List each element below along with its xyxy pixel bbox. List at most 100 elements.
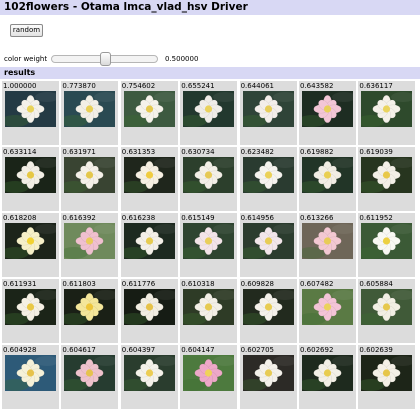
result-item[interactable]: 0.616238 xyxy=(120,213,178,277)
similarity-score: 0.616392 xyxy=(62,214,96,222)
flower-thumbnail[interactable] xyxy=(123,157,175,193)
flower-thumbnail[interactable] xyxy=(123,91,175,127)
flower-thumbnail[interactable] xyxy=(302,223,353,259)
similarity-score: 0.611776 xyxy=(121,280,156,288)
similarity-score: 0.614956 xyxy=(240,214,274,222)
result-item[interactable]: 0.636117 xyxy=(358,81,416,145)
result-item[interactable]: 0.643582 xyxy=(299,81,356,145)
similarity-score: 0.605884 xyxy=(359,280,393,288)
result-item[interactable]: 0.619882 xyxy=(299,147,356,211)
flower-thumbnail[interactable] xyxy=(302,91,353,127)
similarity-score: 0.633114 xyxy=(3,148,37,156)
similarity-score: 0.602692 xyxy=(300,346,334,354)
flower-thumbnail[interactable] xyxy=(64,355,116,391)
result-item[interactable]: 0.607482 xyxy=(299,279,356,343)
result-item[interactable]: 0.613266 xyxy=(299,213,356,277)
similarity-score: 0.602639 xyxy=(359,346,393,354)
result-item[interactable]: 0.618208 xyxy=(2,213,59,277)
result-item[interactable]: 0.602705 xyxy=(239,345,297,409)
result-item[interactable]: 0.604147 xyxy=(180,345,238,409)
result-item[interactable]: 0.754602 xyxy=(120,81,178,145)
flower-thumbnail[interactable] xyxy=(5,289,56,325)
result-item[interactable]: 1.000000 xyxy=(2,81,59,145)
result-item[interactable]: 0.611803 xyxy=(61,279,119,343)
result-item[interactable]: 0.630734 xyxy=(180,147,238,211)
flower-thumbnail[interactable] xyxy=(242,355,294,391)
flower-thumbnail[interactable] xyxy=(183,355,235,391)
color-weight-slider[interactable] xyxy=(51,52,158,66)
similarity-score: 0.619882 xyxy=(300,148,334,156)
result-item[interactable]: 0.604617 xyxy=(61,345,119,409)
result-item[interactable]: 0.623482 xyxy=(239,147,297,211)
flower-thumbnail[interactable] xyxy=(361,289,413,325)
page-title: 102flowers - Otama lmca_vlad_hsv Driver xyxy=(0,0,420,15)
flower-thumbnail[interactable] xyxy=(242,223,294,259)
flower-thumbnail[interactable] xyxy=(64,223,116,259)
result-item[interactable]: 0.602639 xyxy=(358,345,416,409)
similarity-score: 0.602705 xyxy=(240,346,274,354)
flower-thumbnail[interactable] xyxy=(361,355,413,391)
similarity-score: 0.609828 xyxy=(240,280,274,288)
similarity-score: 0.604147 xyxy=(181,346,215,354)
flower-thumbnail[interactable] xyxy=(5,157,56,193)
flower-thumbnail[interactable] xyxy=(183,157,235,193)
flower-thumbnail[interactable] xyxy=(242,157,294,193)
similarity-score: 0.631971 xyxy=(62,148,96,156)
result-item[interactable]: 0.616392 xyxy=(61,213,119,277)
random-button[interactable]: random xyxy=(10,24,43,37)
similarity-score: 1.000000 xyxy=(3,82,37,90)
flower-thumbnail[interactable] xyxy=(123,223,175,259)
result-item[interactable]: 0.602692 xyxy=(299,345,356,409)
similarity-score: 0.644061 xyxy=(240,82,274,90)
similarity-score: 0.611803 xyxy=(62,280,96,288)
similarity-score: 0.618208 xyxy=(3,214,37,222)
result-item[interactable]: 0.631971 xyxy=(61,147,119,211)
flower-thumbnail[interactable] xyxy=(242,91,294,127)
result-item[interactable]: 0.611952 xyxy=(358,213,416,277)
slider-thumb[interactable] xyxy=(99,52,111,66)
flower-thumbnail[interactable] xyxy=(64,289,116,325)
flower-thumbnail[interactable] xyxy=(302,289,353,325)
result-item[interactable]: 0.609828 xyxy=(239,279,297,343)
flower-thumbnail[interactable] xyxy=(183,289,235,325)
flower-thumbnail[interactable] xyxy=(302,157,353,193)
similarity-score: 0.773870 xyxy=(62,82,96,90)
similarity-score: 0.623482 xyxy=(240,148,274,156)
similarity-score: 0.631353 xyxy=(121,148,156,156)
result-item[interactable]: 0.644061 xyxy=(239,81,297,145)
flower-thumbnail[interactable] xyxy=(64,157,116,193)
result-item[interactable]: 0.604397 xyxy=(120,345,178,409)
result-item[interactable]: 0.633114 xyxy=(2,147,59,211)
color-weight-label: color weight xyxy=(4,55,48,63)
result-item[interactable]: 0.611776 xyxy=(120,279,178,343)
result-item[interactable]: 0.773870 xyxy=(61,81,119,145)
flower-thumbnail[interactable] xyxy=(5,223,56,259)
similarity-score: 0.611931 xyxy=(3,280,37,288)
flower-thumbnail[interactable] xyxy=(361,223,413,259)
result-item[interactable]: 0.604928 xyxy=(2,345,59,409)
similarity-score: 0.611952 xyxy=(359,214,393,222)
flower-thumbnail[interactable] xyxy=(302,355,353,391)
flower-thumbnail[interactable] xyxy=(183,91,235,127)
result-item[interactable]: 0.610318 xyxy=(180,279,238,343)
results-heading: results xyxy=(0,67,420,79)
flower-thumbnail[interactable] xyxy=(361,157,413,193)
result-item[interactable]: 0.631353 xyxy=(120,147,178,211)
flower-thumbnail[interactable] xyxy=(123,355,175,391)
result-item[interactable]: 0.611931 xyxy=(2,279,59,343)
flower-thumbnail[interactable] xyxy=(5,91,56,127)
result-item[interactable]: 0.655241 xyxy=(180,81,238,145)
similarity-score: 0.610318 xyxy=(181,280,215,288)
color-weight-value: 0.500000 xyxy=(165,55,199,63)
flower-thumbnail[interactable] xyxy=(5,355,56,391)
similarity-score: 0.607482 xyxy=(300,280,334,288)
flower-thumbnail[interactable] xyxy=(64,91,116,127)
flower-thumbnail[interactable] xyxy=(183,223,235,259)
flower-thumbnail[interactable] xyxy=(242,289,294,325)
flower-thumbnail[interactable] xyxy=(123,289,175,325)
result-item[interactable]: 0.605884 xyxy=(358,279,416,343)
flower-thumbnail[interactable] xyxy=(361,91,413,127)
result-item[interactable]: 0.614956 xyxy=(239,213,297,277)
result-item[interactable]: 0.615149 xyxy=(180,213,238,277)
result-item[interactable]: 0.619039 xyxy=(358,147,416,211)
